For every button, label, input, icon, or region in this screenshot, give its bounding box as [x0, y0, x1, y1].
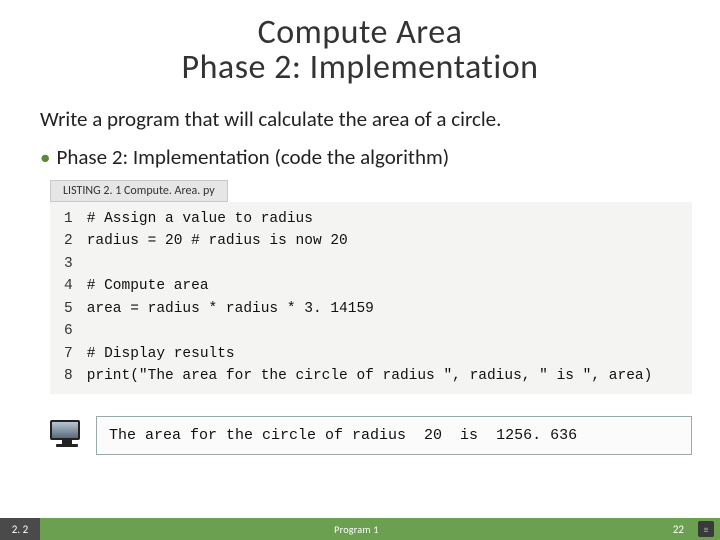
- code-line: # Assign a value to radius: [87, 211, 313, 227]
- footer-left-label: 2. 2: [0, 518, 40, 540]
- program-output: The area for the circle of radius 20 is …: [96, 416, 692, 455]
- prompt-text: Write a program that will calculate the …: [0, 88, 720, 140]
- code-line: area = radius * radius * 3. 14159: [87, 301, 374, 317]
- output-row: The area for the circle of radius 20 is …: [50, 416, 692, 455]
- listing-tab: LISTING 2. 1 Compute. Area. py: [50, 180, 228, 202]
- line-number: 2: [64, 230, 73, 252]
- title-line-2: Phase 2: Implementation: [0, 47, 720, 88]
- line-number: 1: [64, 208, 73, 230]
- footer-center-label: Program 1: [40, 523, 673, 536]
- line-number: 5: [64, 298, 73, 320]
- line-number: 8: [64, 365, 73, 387]
- line-number: 7: [64, 343, 73, 365]
- code-line: # Compute area: [87, 278, 209, 294]
- line-number: 3: [64, 253, 73, 275]
- slide-title: Compute Area Phase 2: Implementation: [0, 0, 720, 88]
- monitor-icon: [50, 420, 84, 450]
- bullet-marker: •: [40, 144, 50, 170]
- line-number: 4: [64, 275, 73, 297]
- code-content: # Assign a value to radius radius = 20 #…: [85, 202, 692, 394]
- line-number-gutter: 1 2 3 4 5 6 7 8: [50, 202, 85, 394]
- footer-badge-icon: ≡: [698, 521, 714, 537]
- code-block: 1 2 3 4 5 6 7 8 # Assign a value to radi…: [50, 202, 692, 394]
- slide-footer: 2. 2 Program 1 22 ≡: [0, 518, 720, 540]
- bullet-text: Phase 2: Implementation (code the algori…: [56, 144, 449, 170]
- code-line: radius = 20 # radius is now 20: [87, 233, 348, 249]
- code-line: print("The area for the circle of radius…: [87, 368, 653, 384]
- line-number: 6: [64, 320, 73, 342]
- code-line: # Display results: [87, 346, 235, 362]
- bullet-item: •Phase 2: Implementation (code the algor…: [0, 140, 720, 180]
